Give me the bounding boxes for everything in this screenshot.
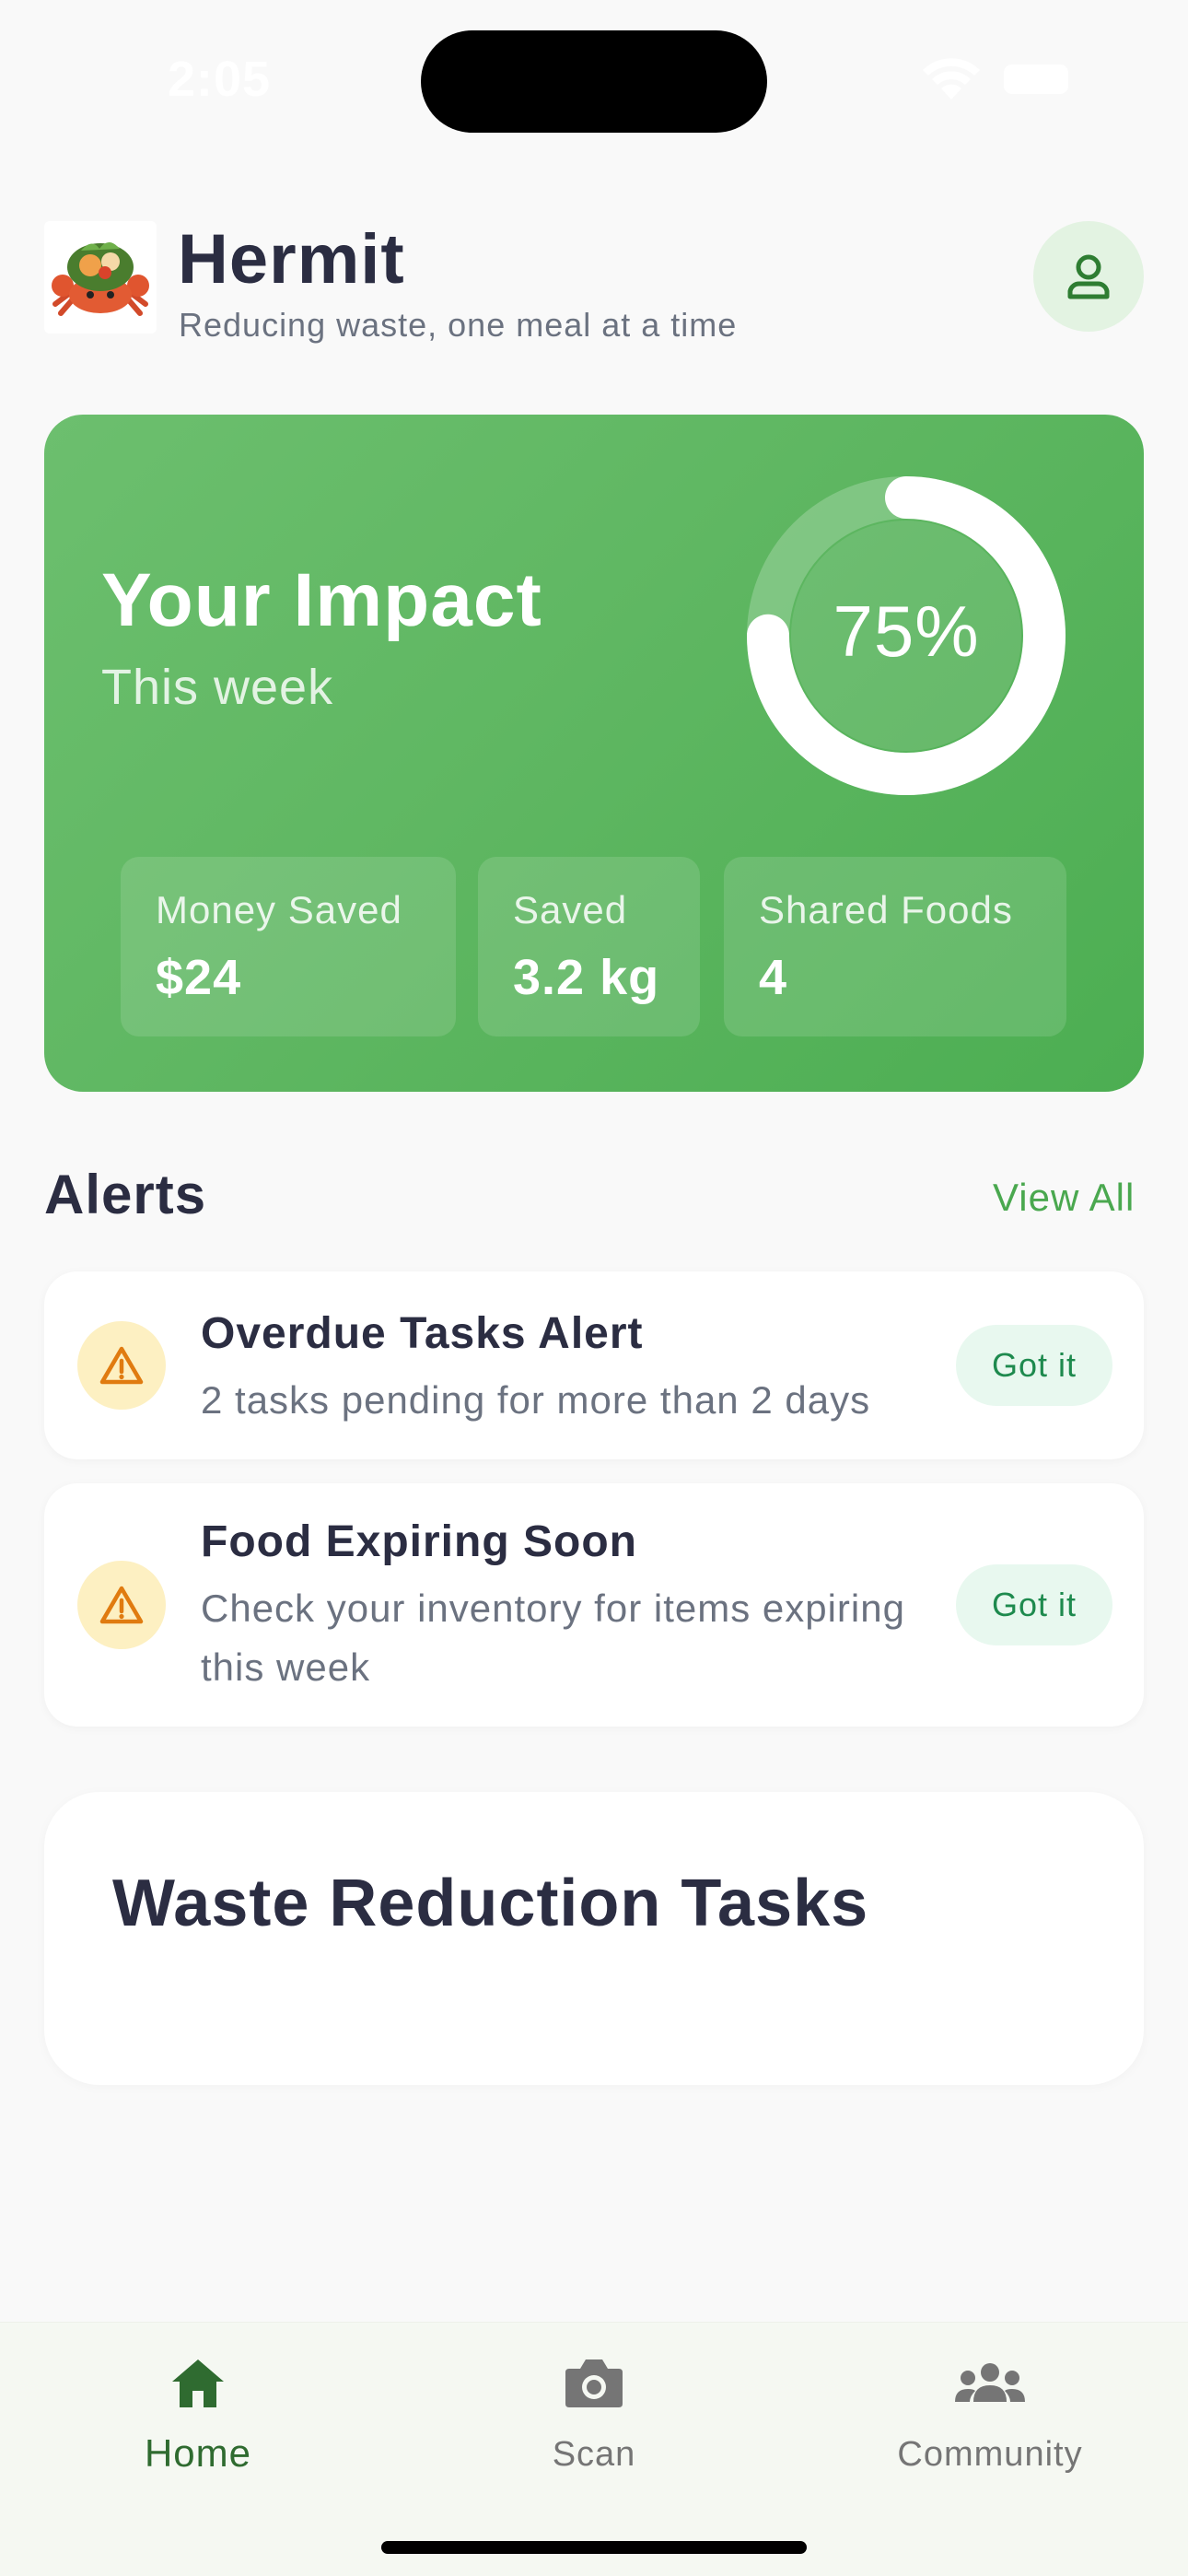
stat-money-saved: Money Saved $24	[121, 857, 456, 1036]
camera-icon	[557, 2350, 631, 2415]
stat-shared-foods: Shared Foods 4	[724, 857, 1066, 1036]
home-indicator	[381, 2541, 807, 2554]
alert-card-expiring: Food Expiring Soon Check your inventory …	[44, 1483, 1144, 1727]
warning-icon	[77, 1321, 166, 1410]
alert-card-overdue: Overdue Tasks Alert 2 tasks pending for …	[44, 1271, 1144, 1459]
stat-label: Saved	[513, 888, 628, 931]
people-icon	[953, 2350, 1027, 2415]
app-subtitle: Reducing waste, one meal at a time	[179, 306, 738, 344]
app-header: Hermit Reducing waste, one meal at a tim…	[44, 220, 1144, 344]
view-all-link[interactable]: View All	[993, 1176, 1135, 1220]
tasks-card: Waste Reduction Tasks	[44, 1792, 1144, 2085]
home-icon	[161, 2350, 235, 2415]
nav-item-community[interactable]: Community	[852, 2323, 1128, 2498]
dynamic-island	[421, 30, 767, 133]
stat-value: $24	[156, 950, 242, 1005]
wifi-icon	[923, 58, 980, 100]
impact-card: Your Impact This week 75% Money Saved $2…	[44, 415, 1144, 1092]
stat-value: 4	[759, 950, 788, 1005]
progress-percentage: 75%	[833, 591, 980, 672]
status-bar: 2:05	[0, 0, 1188, 157]
nav-label: Home	[144, 2431, 252, 2475]
alert-description: Check your inventory for items expiring …	[201, 1587, 905, 1689]
alerts-heading: Alerts	[44, 1164, 207, 1225]
alert-description: 2 tasks pending for more than 2 days	[201, 1378, 871, 1422]
status-time: 2:05	[168, 52, 272, 107]
nav-label: Scan	[552, 2435, 636, 2474]
got-it-button[interactable]: Got it	[956, 1564, 1112, 1645]
user-icon	[1067, 254, 1110, 299]
impact-period: This week	[101, 660, 334, 715]
app-title: Hermit	[178, 220, 405, 299]
nav-label: Community	[897, 2435, 1083, 2474]
profile-button[interactable]	[1033, 221, 1144, 332]
alert-title: Food Expiring Soon	[201, 1517, 637, 1566]
stat-label: Shared Foods	[759, 888, 1013, 931]
stat-saved-weight: Saved 3.2 kg	[478, 857, 700, 1036]
nav-item-scan[interactable]: Scan	[456, 2323, 732, 2498]
nav-item-home[interactable]: Home	[60, 2323, 336, 2498]
stat-value: 3.2 kg	[513, 950, 660, 1005]
stat-label: Money Saved	[156, 888, 402, 931]
hermit-crab-logo	[44, 221, 157, 334]
impact-title: Your Impact	[101, 558, 542, 642]
bottom-nav: Home Scan Community	[0, 2322, 1188, 2576]
tasks-title: Waste Reduction Tasks	[112, 1867, 869, 1940]
alert-title: Overdue Tasks Alert	[201, 1309, 644, 1358]
battery-icon	[1004, 64, 1068, 94]
warning-icon	[77, 1561, 166, 1649]
got-it-button[interactable]: Got it	[956, 1325, 1112, 1406]
